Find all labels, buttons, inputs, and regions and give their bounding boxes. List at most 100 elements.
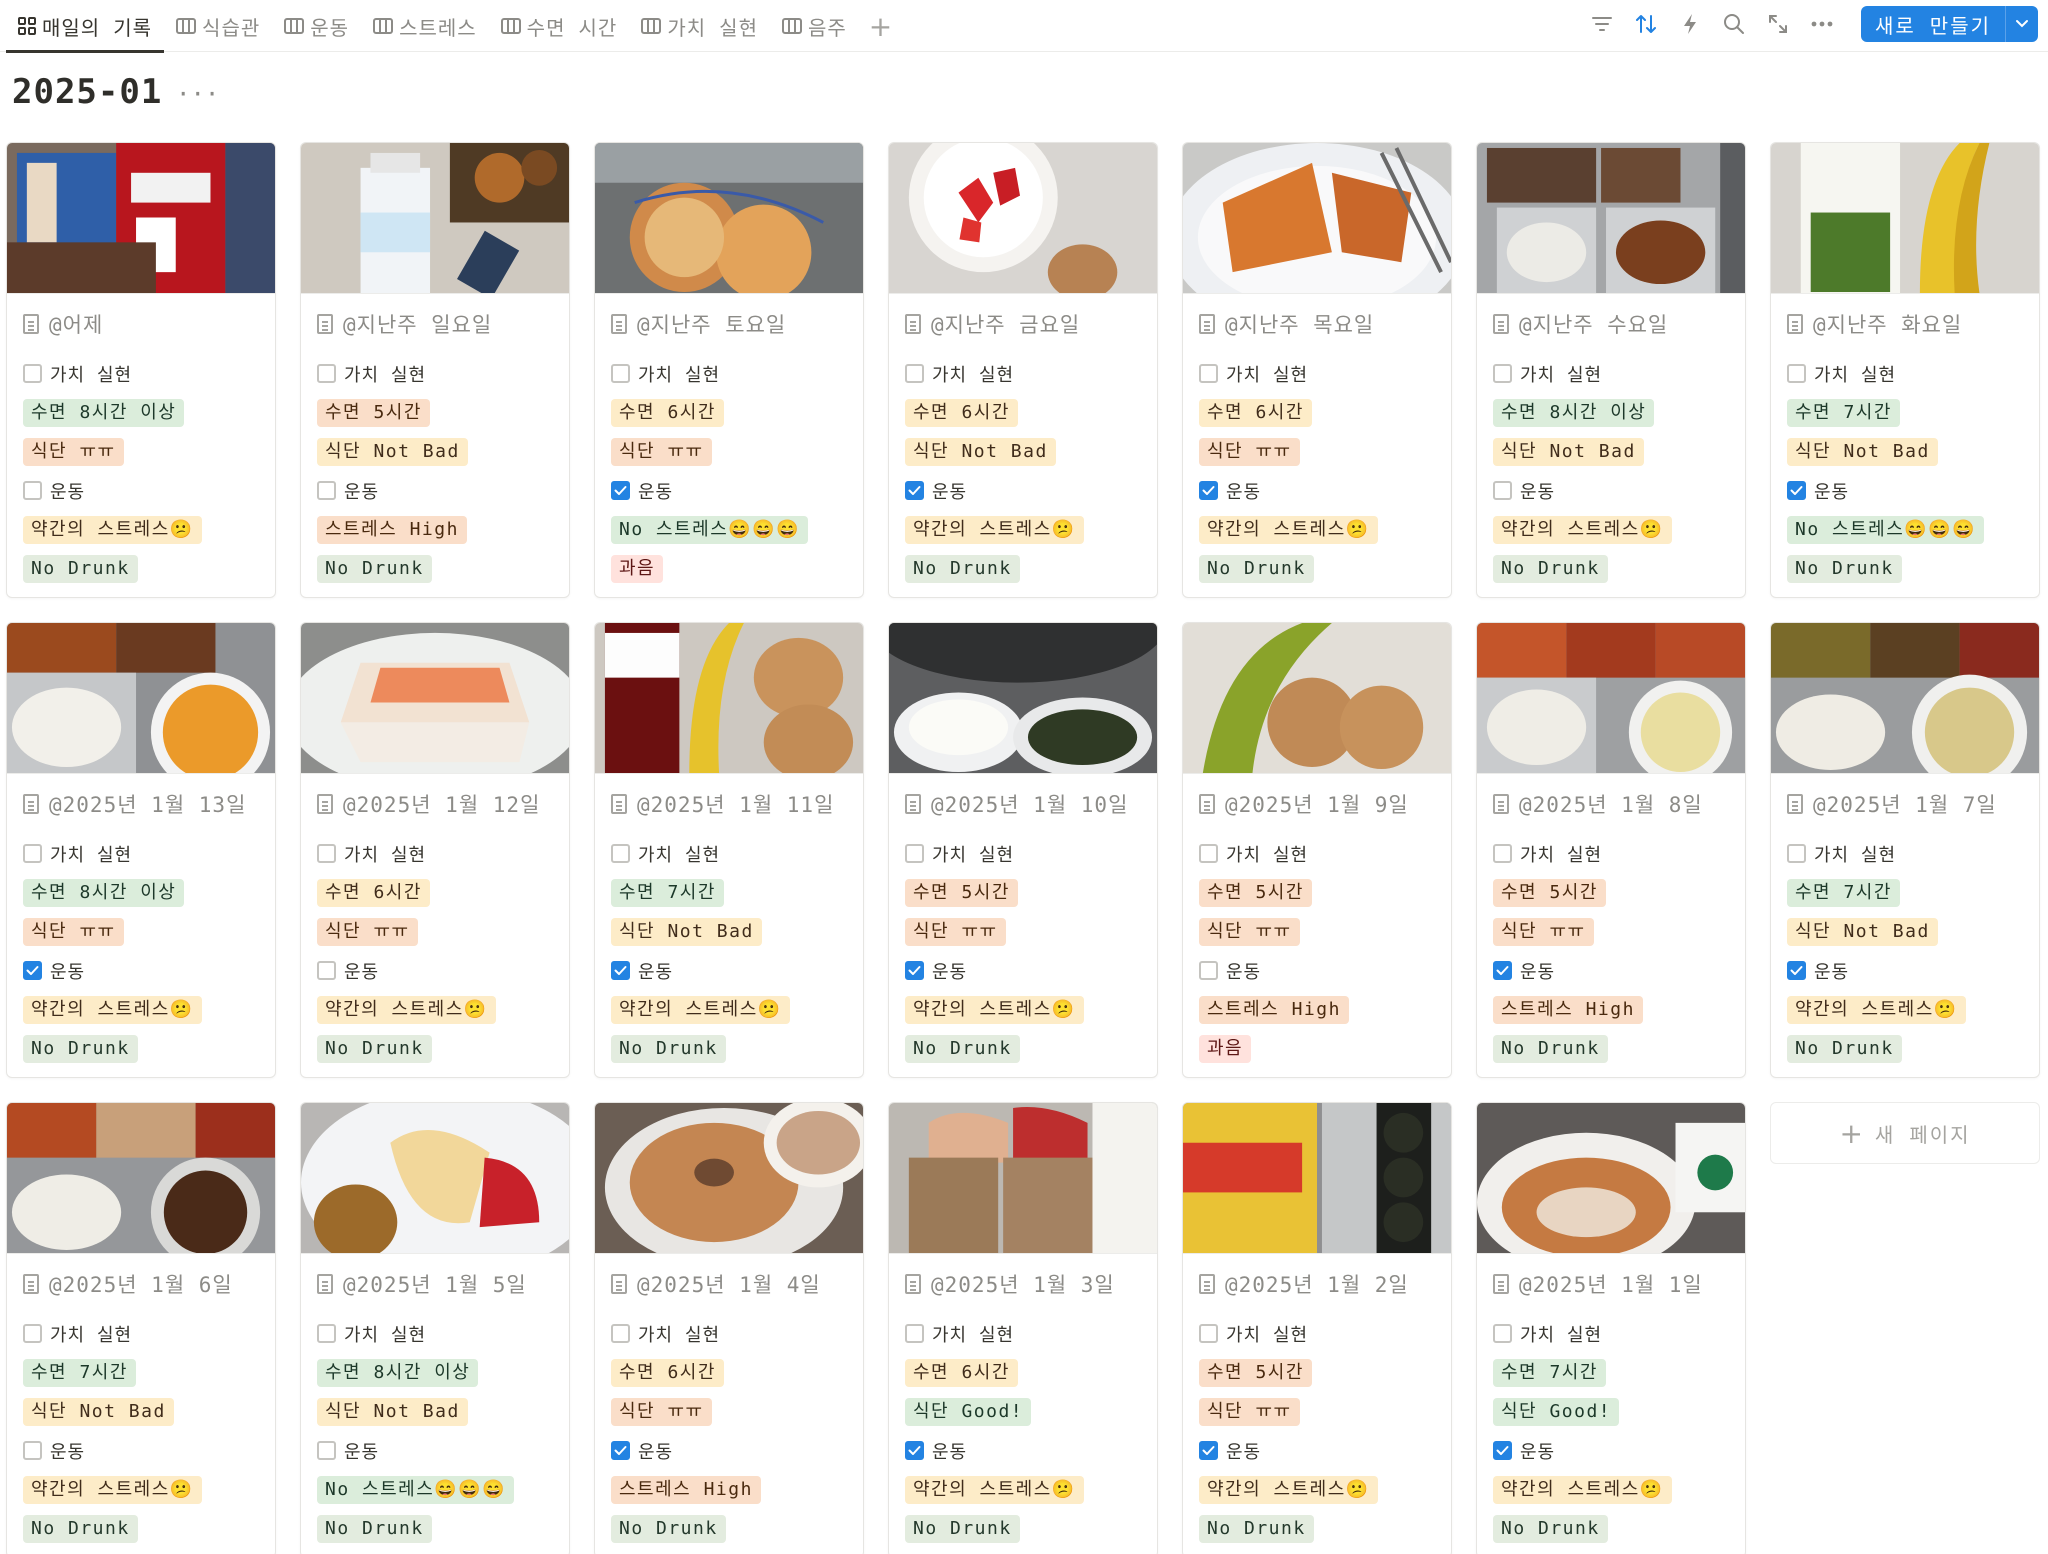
tab-3[interactable]: 스트레스 <box>361 0 489 52</box>
card-title[interactable]: @2025년 1월 10일 <box>905 774 1141 834</box>
card-title[interactable]: @어제 <box>23 294 259 354</box>
exercise-checkbox[interactable] <box>905 961 924 980</box>
exercise-checkbox[interactable] <box>1787 481 1806 500</box>
value-realization-checkbox-row[interactable]: 가치 실현 <box>1493 361 1602 387</box>
card-title[interactable]: @2025년 1월 5일 <box>317 1254 553 1314</box>
gallery-card[interactable]: @2025년 1월 7일 가치 실현 수면 7시간 식단 Not Bad 운동 약간의 스… <box>1770 622 2040 1078</box>
card-title[interactable]: @2025년 1월 12일 <box>317 774 553 834</box>
value-realization-checkbox[interactable] <box>23 364 42 383</box>
tab-4[interactable]: 수면 시간 <box>489 0 630 52</box>
card-title[interactable]: @지난주 수요일 <box>1493 294 1729 354</box>
exercise-checkbox[interactable] <box>317 1441 336 1460</box>
exercise-checkbox-row[interactable]: 운동 <box>905 958 967 984</box>
card-title[interactable]: @지난주 화요일 <box>1787 294 2023 354</box>
card-title[interactable]: @2025년 1월 2일 <box>1199 1254 1435 1314</box>
sort-icon[interactable] <box>1635 13 1657 35</box>
exercise-checkbox[interactable] <box>905 1441 924 1460</box>
exercise-checkbox[interactable] <box>611 481 630 500</box>
new-page-button[interactable]: + 새 페이지 <box>1770 1102 2040 1164</box>
exercise-checkbox[interactable] <box>1199 481 1218 500</box>
value-realization-checkbox[interactable] <box>1199 1324 1218 1343</box>
card-title[interactable]: @2025년 1월 3일 <box>905 1254 1141 1314</box>
gallery-card[interactable]: @지난주 수요일 가치 실현 수면 8시간 이상 식단 Not Bad 운동 약간의 스트… <box>1476 142 1746 598</box>
exercise-checkbox[interactable] <box>905 481 924 500</box>
exercise-checkbox-row[interactable]: 운동 <box>1199 958 1261 984</box>
exercise-checkbox[interactable] <box>1199 1441 1218 1460</box>
exercise-checkbox-row[interactable]: 운동 <box>1199 478 1261 504</box>
exercise-checkbox-row[interactable]: 운동 <box>23 478 85 504</box>
exercise-checkbox-row[interactable]: 운동 <box>317 958 379 984</box>
exercise-checkbox-row[interactable]: 운동 <box>905 478 967 504</box>
exercise-checkbox[interactable] <box>23 1441 42 1460</box>
value-realization-checkbox-row[interactable]: 가치 실현 <box>611 361 720 387</box>
value-realization-checkbox[interactable] <box>1199 844 1218 863</box>
exercise-checkbox-row[interactable]: 운동 <box>611 1438 673 1464</box>
exercise-checkbox[interactable] <box>1493 1441 1512 1460</box>
value-realization-checkbox[interactable] <box>23 844 42 863</box>
new-button[interactable]: 새로 만들기 <box>1860 6 2038 42</box>
card-title[interactable]: @2025년 1월 7일 <box>1787 774 2023 834</box>
gallery-card[interactable]: @2025년 1월 5일 가치 실현 수면 8시간 이상 식단 Not Bad 운동 No… <box>300 1102 570 1554</box>
value-realization-checkbox[interactable] <box>317 364 336 383</box>
new-button-label[interactable]: 새로 만들기 <box>1861 6 2006 42</box>
value-realization-checkbox-row[interactable]: 가치 실현 <box>23 1321 132 1347</box>
value-realization-checkbox[interactable] <box>1493 844 1512 863</box>
exercise-checkbox-row[interactable]: 운동 <box>317 1438 379 1464</box>
exercise-checkbox-row[interactable]: 운동 <box>1199 1438 1261 1464</box>
value-realization-checkbox-row[interactable]: 가치 실현 <box>23 361 132 387</box>
exercise-checkbox[interactable] <box>611 961 630 980</box>
exercise-checkbox[interactable] <box>23 961 42 980</box>
value-realization-checkbox[interactable] <box>1493 364 1512 383</box>
exercise-checkbox-row[interactable]: 운동 <box>1493 478 1555 504</box>
automation-icon[interactable] <box>1679 13 1701 35</box>
exercise-checkbox-row[interactable]: 운동 <box>905 1438 967 1464</box>
card-title[interactable]: @2025년 1월 1일 <box>1493 1254 1729 1314</box>
expand-icon[interactable] <box>1767 13 1789 35</box>
exercise-checkbox-row[interactable]: 운동 <box>1493 958 1555 984</box>
tab-0[interactable]: 매일의 기록 <box>6 0 165 53</box>
value-realization-checkbox-row[interactable]: 가치 실현 <box>1199 841 1308 867</box>
gallery-card[interactable]: @2025년 1월 9일 가치 실현 수면 5시간 식단 ㅠㅠ 운동 스트레스 High 과… <box>1182 622 1452 1078</box>
value-realization-checkbox-row[interactable]: 가치 실현 <box>1787 841 1896 867</box>
title-more-icon[interactable]: ··· <box>176 80 219 108</box>
exercise-checkbox-row[interactable]: 운동 <box>317 478 379 504</box>
exercise-checkbox[interactable] <box>317 481 336 500</box>
exercise-checkbox-row[interactable]: 운동 <box>23 958 85 984</box>
value-realization-checkbox-row[interactable]: 가치 실현 <box>317 841 426 867</box>
value-realization-checkbox-row[interactable]: 가치 실현 <box>317 1321 426 1347</box>
card-title[interactable]: @2025년 1월 6일 <box>23 1254 259 1314</box>
gallery-card[interactable]: @2025년 1월 12일 가치 실현 수면 6시간 식단 ㅠㅠ 운동 약간의 스트레스😕… <box>300 622 570 1078</box>
tab-6[interactable]: 음주 <box>770 0 859 52</box>
value-realization-checkbox[interactable] <box>905 844 924 863</box>
gallery-card[interactable]: @지난주 일요일 가치 실현 수면 5시간 식단 Not Bad 운동 스트레스 High… <box>300 142 570 598</box>
exercise-checkbox-row[interactable]: 운동 <box>1787 958 1849 984</box>
value-realization-checkbox-row[interactable]: 가치 실현 <box>905 841 1014 867</box>
value-realization-checkbox[interactable] <box>317 1324 336 1343</box>
value-realization-checkbox[interactable] <box>1493 1324 1512 1343</box>
card-title[interactable]: @지난주 일요일 <box>317 294 553 354</box>
card-title[interactable]: @지난주 토요일 <box>611 294 847 354</box>
value-realization-checkbox[interactable] <box>1787 844 1806 863</box>
exercise-checkbox-row[interactable]: 운동 <box>611 958 673 984</box>
exercise-checkbox-row[interactable]: 운동 <box>1787 478 1849 504</box>
card-title[interactable]: @2025년 1월 9일 <box>1199 774 1435 834</box>
gallery-card[interactable]: @2025년 1월 1일 가치 실현 수면 7시간 식단 Good! 운동 약간의 스트레… <box>1476 1102 1746 1554</box>
value-realization-checkbox[interactable] <box>1199 364 1218 383</box>
value-realization-checkbox-row[interactable]: 가치 실현 <box>1199 1321 1308 1347</box>
value-realization-checkbox[interactable] <box>611 364 630 383</box>
gallery-card[interactable]: @지난주 목요일 가치 실현 수면 6시간 식단 ㅠㅠ 운동 약간의 스트레스😕 No Dr… <box>1182 142 1452 598</box>
value-realization-checkbox[interactable] <box>1787 364 1806 383</box>
value-realization-checkbox[interactable] <box>23 1324 42 1343</box>
card-title[interactable]: @지난주 금요일 <box>905 294 1141 354</box>
search-icon[interactable] <box>1723 13 1745 35</box>
tab-2[interactable]: 운동 <box>272 0 361 52</box>
value-realization-checkbox-row[interactable]: 가치 실현 <box>1493 1321 1602 1347</box>
exercise-checkbox-row[interactable]: 운동 <box>611 478 673 504</box>
exercise-checkbox-row[interactable]: 운동 <box>1493 1438 1555 1464</box>
exercise-checkbox-row[interactable]: 운동 <box>23 1438 85 1464</box>
value-realization-checkbox[interactable] <box>611 844 630 863</box>
exercise-checkbox[interactable] <box>611 1441 630 1460</box>
value-realization-checkbox[interactable] <box>317 844 336 863</box>
value-realization-checkbox[interactable] <box>905 1324 924 1343</box>
exercise-checkbox[interactable] <box>23 481 42 500</box>
